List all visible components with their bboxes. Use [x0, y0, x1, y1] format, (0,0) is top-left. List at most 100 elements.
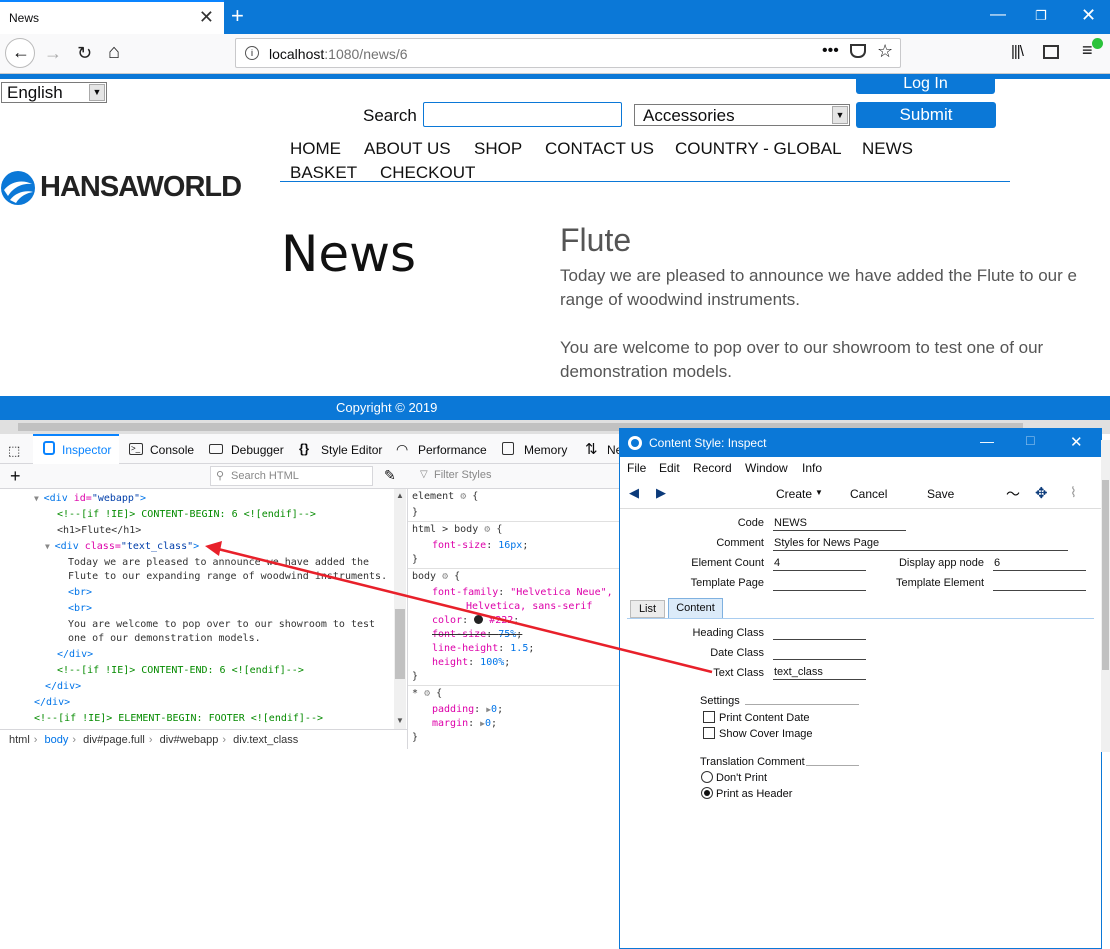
minimize-icon[interactable]: — — [980, 433, 994, 449]
html-text-node[interactable]: one of our demonstration models. — [68, 631, 261, 647]
page-vertical-scrollbar[interactable] — [1101, 440, 1110, 752]
breadcrumb-item[interactable]: div#page.full — [83, 734, 145, 746]
language-select[interactable]: English ▼ — [1, 82, 107, 103]
date-class-field[interactable] — [773, 646, 866, 660]
page-actions-icon[interactable]: ••• — [822, 42, 839, 60]
close-tab-icon[interactable]: ✕ — [199, 7, 214, 28]
save-button[interactable]: Save — [927, 487, 954, 501]
forward-icon[interactable]: → — [44, 43, 62, 64]
menu-window[interactable]: Window — [745, 461, 788, 475]
create-button[interactable]: Create — [776, 487, 812, 501]
pocket-icon[interactable] — [850, 44, 866, 58]
nav-checkout[interactable]: CHECKOUT — [380, 163, 475, 183]
bookmark-star-icon[interactable]: ☆ — [877, 41, 893, 62]
template-page-field[interactable] — [773, 577, 866, 591]
nav-contact-us[interactable]: CONTACT US — [545, 139, 654, 159]
scroll-up-icon[interactable]: ▲ — [396, 491, 404, 500]
reload-icon[interactable]: ↻ — [77, 43, 92, 64]
maximize-icon[interactable]: ☐ — [1025, 434, 1036, 448]
expand-icon[interactable]: ✥ — [1035, 484, 1048, 502]
css-declaration[interactable]: margin: ▶0; — [432, 716, 497, 732]
heading-class-field[interactable] — [773, 626, 866, 640]
scroll-down-icon[interactable]: ▼ — [396, 716, 404, 725]
menu-hamburger-icon[interactable]: ≡ — [1082, 40, 1093, 61]
search-html-input[interactable]: Search HTML — [210, 466, 373, 486]
nav-home[interactable]: HOME — [290, 139, 341, 159]
tab-inspector[interactable]: Inspector — [62, 443, 111, 457]
css-declaration[interactable]: font-size: 16px; — [432, 538, 528, 554]
tab-style-editor[interactable]: Style Editor — [321, 443, 382, 457]
tab-debugger[interactable]: Debugger — [231, 443, 284, 457]
breadcrumb-item[interactable]: html — [9, 734, 30, 746]
html-node[interactable]: </div> — [57, 647, 93, 663]
previous-record-icon[interactable]: ◀ — [629, 485, 639, 501]
menu-record[interactable]: Record — [693, 461, 732, 475]
restore-icon[interactable]: ❐ — [1035, 8, 1047, 24]
css-rule-selector[interactable]: element ⚙ { — [412, 489, 478, 505]
home-icon[interactable]: ⌂ — [108, 41, 120, 64]
filter-styles-input[interactable]: Filter Styles — [412, 466, 620, 486]
dont-print-radio[interactable] — [701, 771, 713, 783]
html-comment[interactable]: <!--[if !IE]> CONTENT-END: 6 <![endif]--… — [57, 663, 304, 679]
html-node[interactable]: </div> — [45, 679, 81, 695]
close-icon[interactable]: ✕ — [1070, 433, 1083, 451]
comment-field[interactable]: Styles for News Page — [773, 537, 1068, 551]
info-icon[interactable]: i — [245, 46, 259, 60]
eyedropper-icon[interactable]: ✎ — [384, 467, 396, 484]
tab-performance[interactable]: Performance — [418, 443, 487, 457]
nav-country[interactable]: COUNTRY - GLOBAL — [675, 139, 842, 159]
tab-list[interactable]: List — [630, 600, 665, 618]
show-cover-image-checkbox[interactable] — [703, 727, 715, 739]
nav-about-us[interactable]: ABOUT US — [364, 139, 451, 159]
pick-element-icon[interactable]: ⬚ — [8, 443, 20, 459]
html-node[interactable]: <h1>Flute</h1> — [57, 523, 141, 539]
tab-content[interactable]: Content — [668, 598, 723, 618]
browser-tab[interactable]: News ✕ — [0, 0, 224, 34]
pane-splitter[interactable] — [407, 489, 408, 749]
html-node-text-class[interactable]: ▼ <div class="text_class"> — [45, 539, 199, 555]
search-input[interactable] — [423, 102, 622, 127]
cancel-button[interactable]: Cancel — [850, 487, 887, 501]
library-icon[interactable]: |||\ — [1011, 43, 1024, 60]
css-rule-selector[interactable]: * ⚙ { — [412, 686, 442, 702]
submit-button[interactable]: Submit — [856, 102, 996, 128]
html-node[interactable]: <br> — [68, 585, 92, 601]
print-content-date-checkbox[interactable] — [703, 711, 715, 723]
logo-text[interactable]: HANSAWORLD — [40, 171, 242, 204]
tab-memory[interactable]: Memory — [524, 443, 567, 457]
text-class-field[interactable]: text_class — [773, 666, 866, 680]
breadcrumb-item[interactable]: body — [45, 734, 69, 746]
sidebar-icon[interactable] — [1043, 45, 1059, 59]
display-app-node-field[interactable]: 6 — [993, 557, 1086, 571]
nav-basket[interactable]: BASKET — [290, 163, 357, 183]
css-declaration[interactable]: height: 100%; — [432, 655, 510, 671]
template-element-field[interactable] — [993, 577, 1086, 591]
html-tree-scrollbar[interactable] — [394, 489, 406, 729]
category-select[interactable]: Accessories ▼ — [634, 104, 850, 126]
menu-edit[interactable]: Edit — [659, 461, 680, 475]
print-as-header-radio[interactable] — [701, 787, 713, 799]
close-window-icon[interactable]: ✕ — [1081, 5, 1096, 26]
html-comment[interactable]: <!--[if !IE]> ELEMENT-BEGIN: FOOTER <![e… — [34, 711, 323, 727]
add-node-icon[interactable]: + — [10, 466, 21, 487]
html-node[interactable]: <br> — [68, 601, 92, 617]
login-button[interactable]: Log In — [856, 74, 995, 94]
nav-news[interactable]: NEWS — [862, 139, 913, 159]
hansaworld-logo-icon[interactable] — [0, 170, 36, 206]
css-rule-selector[interactable]: body ⚙ { — [412, 569, 460, 585]
html-node[interactable]: </div> — [34, 695, 70, 711]
minimize-icon[interactable]: — — [990, 6, 1006, 24]
chevron-down-icon[interactable]: ▼ — [815, 488, 823, 497]
new-tab-icon[interactable]: + — [231, 3, 244, 29]
html-text-node[interactable]: Flute to our expanding range of woodwind… — [68, 569, 387, 585]
element-count-field[interactable]: 4 — [773, 557, 866, 571]
nav-shop[interactable]: SHOP — [474, 139, 522, 159]
html-node[interactable]: ▼ <div id="webapp"> — [34, 491, 146, 507]
tab-console[interactable]: Console — [150, 443, 194, 457]
menu-file[interactable]: File — [627, 461, 646, 475]
menu-info[interactable]: Info — [802, 461, 822, 475]
back-button[interactable]: ← — [5, 38, 35, 68]
breadcrumb-item[interactable]: div.text_class — [233, 734, 298, 746]
code-field[interactable]: NEWS — [773, 517, 906, 531]
attachment-icon[interactable]: ⌇ — [1070, 484, 1077, 501]
